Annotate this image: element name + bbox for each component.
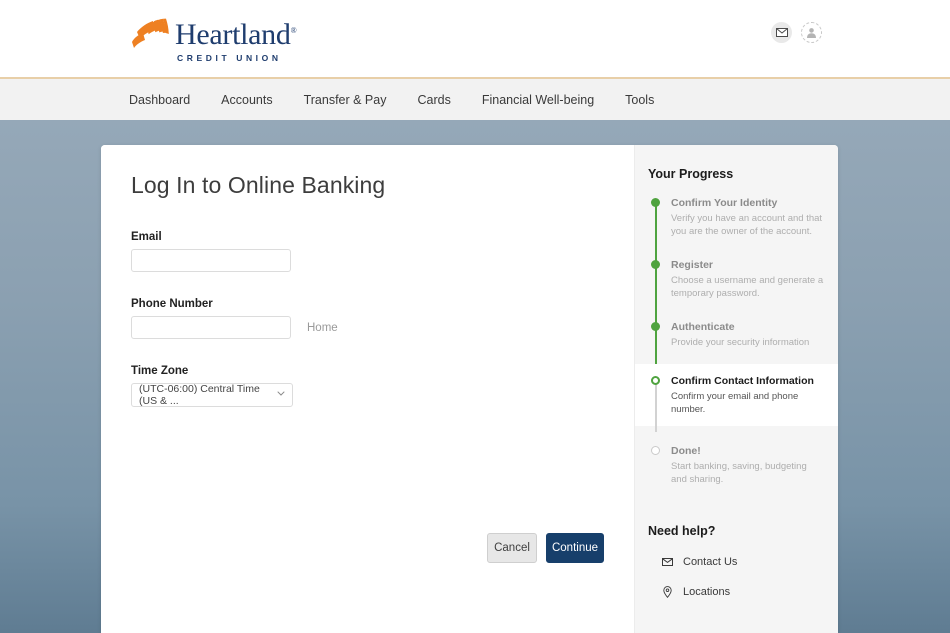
main-navigation: Dashboard Accounts Transfer & Pay Cards … xyxy=(0,79,950,120)
help-item-contact-us[interactable]: Contact Us xyxy=(635,556,838,568)
step-status-dot-current xyxy=(651,376,660,385)
cancel-button[interactable]: Cancel xyxy=(487,533,537,563)
progress-step-confirm-identity[interactable]: Confirm Your Identity Verify you have an… xyxy=(635,196,838,266)
progress-steps: Confirm Your Identity Verify you have an… xyxy=(635,196,838,492)
step-title: Confirm Your Identity xyxy=(671,197,778,209)
step-status-dot-done xyxy=(651,260,660,269)
login-card: Log In to Online Banking Email Phone Num… xyxy=(101,145,838,633)
account-button[interactable] xyxy=(801,22,822,43)
step-title: Register xyxy=(671,259,714,271)
header-actions xyxy=(771,22,822,43)
brand-tagline: CREDIT UNION xyxy=(177,53,282,63)
progress-step-authenticate[interactable]: Authenticate Provide your security infor… xyxy=(635,320,838,378)
nav-item-accounts[interactable]: Accounts xyxy=(221,93,272,107)
nav-item-dashboard[interactable]: Dashboard xyxy=(129,93,190,107)
page-title: Log In to Online Banking xyxy=(131,172,386,198)
phone-type-label: Home xyxy=(307,321,338,334)
timezone-field-group: Time Zone (UTC-06:00) Central Time (US &… xyxy=(131,365,634,407)
help-title: Need help? xyxy=(648,524,716,538)
step-status-dot-done xyxy=(651,322,660,331)
email-field-group: Email xyxy=(131,231,634,272)
continue-button[interactable]: Continue xyxy=(546,533,604,563)
step-connector xyxy=(655,266,657,328)
nav-item-financial-well-being[interactable]: Financial Well-being xyxy=(482,93,594,107)
step-description: Choose a username and generate a tempora… xyxy=(671,275,824,299)
heartland-fan-icon xyxy=(132,18,169,48)
progress-step-confirm-contact-information[interactable]: Confirm Contact Information Confirm your… xyxy=(635,364,838,432)
step-description: Provide your security information xyxy=(671,337,810,348)
phone-field-group: Phone Number Home xyxy=(131,298,634,339)
step-title: Authenticate xyxy=(671,321,735,333)
user-avatar-icon xyxy=(807,28,816,38)
step-status-dot-done xyxy=(651,198,660,207)
nav-item-cards[interactable]: Cards xyxy=(417,93,450,107)
timezone-select[interactable]: (UTC-06:00) Central Time (US & ... xyxy=(131,383,293,407)
nav-item-transfer-pay[interactable]: Transfer & Pay xyxy=(304,93,387,107)
help-item-label: Locations xyxy=(683,586,731,598)
step-title: Confirm Contact Information xyxy=(671,375,814,387)
step-connector xyxy=(655,382,657,432)
brand-name: Heartland® xyxy=(175,18,297,51)
form-actions: Cancel Continue xyxy=(487,533,604,563)
step-title: Done! xyxy=(671,445,701,457)
help-item-label: Contact Us xyxy=(683,556,738,568)
envelope-icon xyxy=(660,558,674,566)
phone-input[interactable] xyxy=(131,316,291,339)
messages-button[interactable] xyxy=(771,22,792,43)
step-description: Confirm your email and phone number. xyxy=(671,391,799,415)
mail-icon xyxy=(775,28,788,37)
phone-label: Phone Number xyxy=(131,298,213,310)
progress-sidebar: Your Progress Confirm Your Identity Veri… xyxy=(634,145,838,633)
step-description: Verify you have an account and that you … xyxy=(671,213,823,237)
nav-item-tools[interactable]: Tools xyxy=(625,93,654,107)
trademark-symbol: ® xyxy=(290,26,297,35)
map-pin-icon xyxy=(660,586,674,598)
step-status-dot-todo xyxy=(651,446,660,455)
brand-logo[interactable]: Heartland® CREDIT UNION xyxy=(129,14,297,63)
site-header: Heartland® CREDIT UNION xyxy=(0,0,950,79)
email-label: Email xyxy=(131,231,162,243)
timezone-label: Time Zone xyxy=(131,365,189,377)
help-item-locations[interactable]: Locations xyxy=(635,586,838,598)
login-form: Log In to Online Banking Email Phone Num… xyxy=(101,145,634,633)
progress-step-done[interactable]: Done! Start banking, saving, budgeting a… xyxy=(635,444,838,492)
progress-title: Your Progress xyxy=(648,167,734,181)
page-background: Log In to Online Banking Email Phone Num… xyxy=(0,120,950,633)
step-description: Start banking, saving, budgeting and sha… xyxy=(671,461,807,485)
email-input[interactable] xyxy=(131,249,291,272)
step-connector xyxy=(655,204,657,266)
progress-step-register[interactable]: Register Choose a username and generate … xyxy=(635,258,838,328)
